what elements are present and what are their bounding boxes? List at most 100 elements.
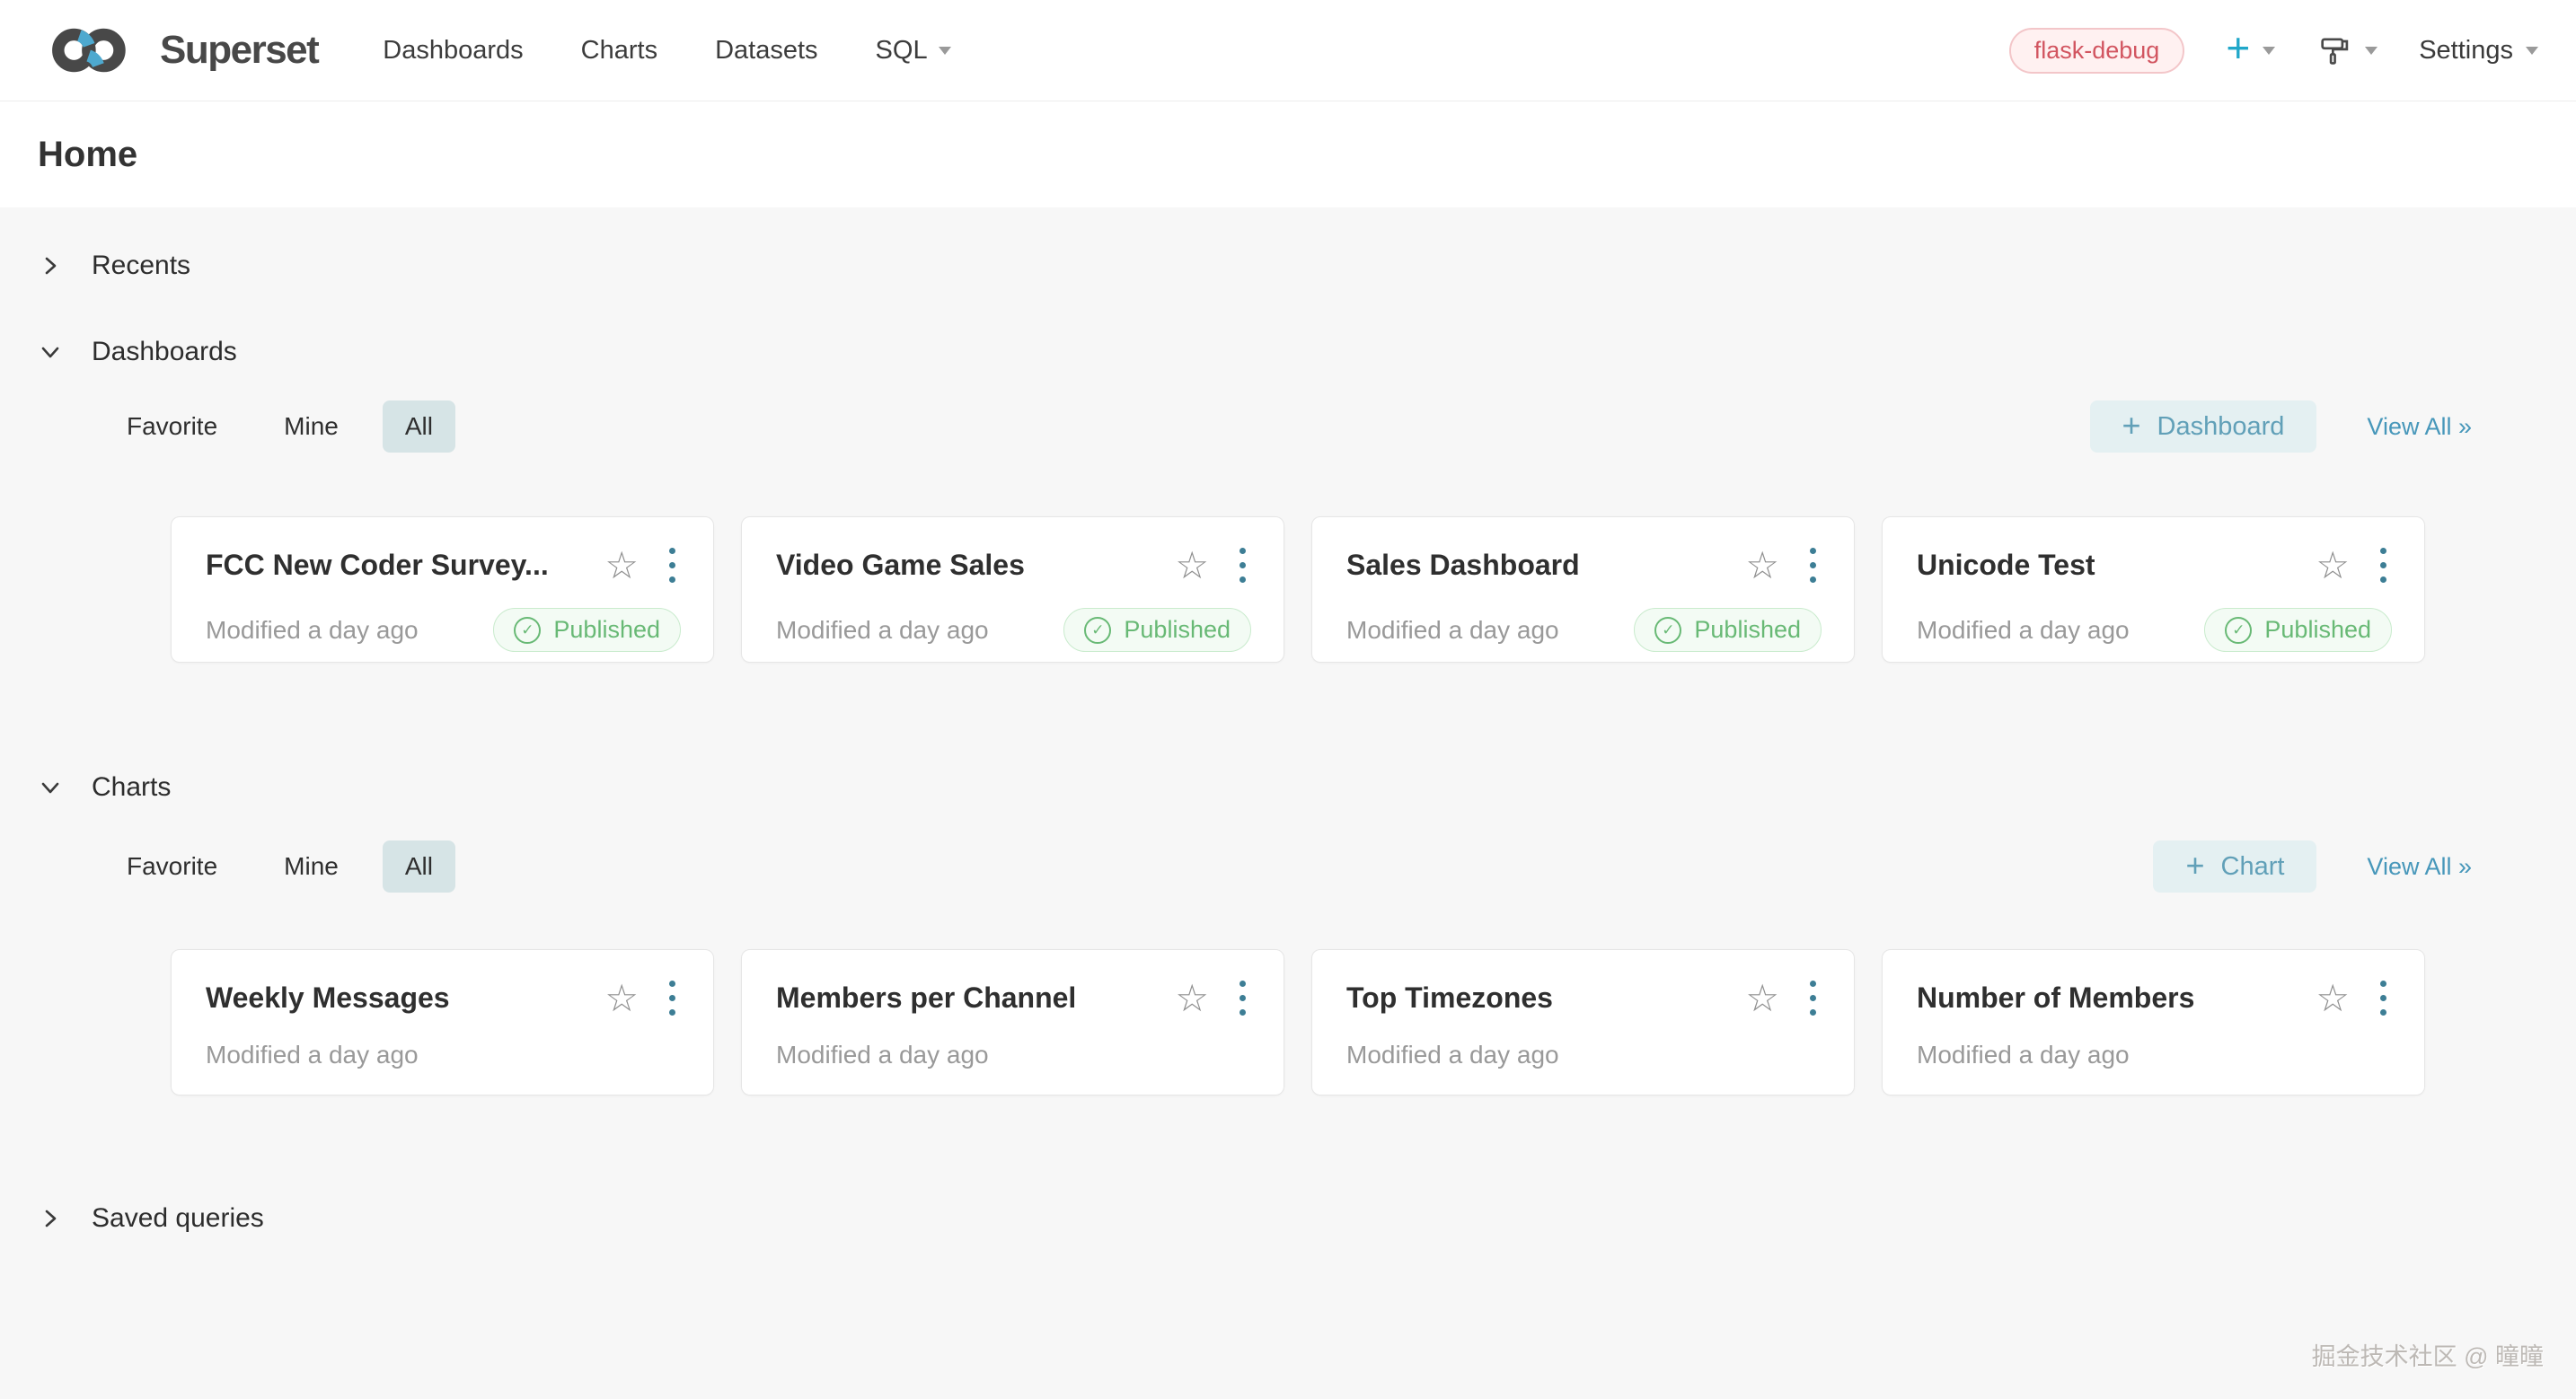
favorite-star-icon[interactable]: ☆ xyxy=(1175,547,1209,585)
modified-text: Modified a day ago xyxy=(206,1041,419,1069)
dashboards-view-all-link[interactable]: View All » xyxy=(2367,413,2472,441)
card-title[interactable]: Unicode Test xyxy=(1917,549,2299,582)
theme-menu[interactable] xyxy=(2316,32,2378,68)
watermark: 掘金技术社区 @ 曈曈 xyxy=(2312,1337,2544,1372)
recents-section-label: Recents xyxy=(92,251,190,281)
charts-controls: Favorite Mine All + Chart View All » xyxy=(104,840,2472,893)
modified-text: Modified a day ago xyxy=(776,1041,989,1069)
nav-item-sql[interactable]: SQL xyxy=(876,36,951,66)
dashboards-actions: + Dashboard View All » xyxy=(2090,400,2472,453)
dashboard-card-fcc-new-coder-survey[interactable]: FCC New Coder Survey... ☆ Modified a day… xyxy=(171,516,714,663)
card-title[interactable]: Members per Channel xyxy=(776,981,1159,1015)
check-circle-icon: ✓ xyxy=(1084,617,1111,644)
check-circle-icon: ✓ xyxy=(1654,617,1681,644)
dashboard-card-video-game-sales[interactable]: Video Game Sales ☆ Modified a day ago ✓ … xyxy=(741,516,1284,663)
chevron-down-icon xyxy=(38,339,63,365)
favorite-star-icon[interactable]: ☆ xyxy=(604,547,639,585)
published-badge: ✓ Published xyxy=(1634,608,1822,652)
charts-tab-favorite[interactable]: Favorite xyxy=(104,840,240,893)
charts-tab-mine[interactable]: Mine xyxy=(261,840,361,893)
favorite-star-icon[interactable]: ☆ xyxy=(604,980,639,1017)
card-title[interactable]: Video Game Sales xyxy=(776,549,1159,582)
dashboard-card-sales-dashboard[interactable]: Sales Dashboard ☆ Modified a day ago ✓ P… xyxy=(1311,516,1855,663)
favorite-star-icon[interactable]: ☆ xyxy=(1745,980,1779,1017)
add-chart-label: Chart xyxy=(2221,852,2285,882)
card-title[interactable]: Sales Dashboard xyxy=(1346,549,1729,582)
favorite-star-icon[interactable]: ☆ xyxy=(2316,547,2350,585)
saved-queries-section-toggle[interactable]: Saved queries xyxy=(38,1198,264,1239)
chevron-down-icon xyxy=(38,775,63,800)
nav-item-sql-label: SQL xyxy=(876,36,928,66)
modified-text: Modified a day ago xyxy=(776,616,989,645)
kebab-menu-icon[interactable] xyxy=(1804,977,1822,1019)
superset-infinity-icon xyxy=(38,22,146,78)
dashboards-section-label: Dashboards xyxy=(92,337,237,367)
caret-down-icon xyxy=(939,47,951,55)
plus-icon: + xyxy=(2122,409,2141,442)
dashboards-controls: Favorite Mine All + Dashboard View All » xyxy=(104,400,2472,453)
card-title[interactable]: Weekly Messages xyxy=(206,981,588,1015)
charts-tabs: Favorite Mine All xyxy=(104,840,455,893)
home-content: Recents Dashboards Favorite Mine All + D… xyxy=(0,207,2576,1399)
saved-queries-section-label: Saved queries xyxy=(92,1203,264,1234)
kebab-menu-icon[interactable] xyxy=(2375,544,2392,586)
nav-right: flask-debug + Settings xyxy=(2009,28,2538,74)
published-badge: ✓ Published xyxy=(493,608,681,652)
nav-item-dashboards[interactable]: Dashboards xyxy=(383,36,523,66)
favorite-star-icon[interactable]: ☆ xyxy=(1175,980,1209,1017)
chart-card-top-timezones[interactable]: Top Timezones ☆ Modified a day ago xyxy=(1311,949,1855,1095)
add-dashboard-button[interactable]: + Dashboard xyxy=(2090,400,2317,453)
card-title[interactable]: Number of Members xyxy=(1917,981,2299,1015)
charts-section-label: Charts xyxy=(92,772,171,803)
nav-item-datasets[interactable]: Datasets xyxy=(715,36,817,66)
nav-item-charts[interactable]: Charts xyxy=(581,36,657,66)
nav-menu: Dashboards Charts Datasets SQL xyxy=(383,36,950,66)
chart-card-members-per-channel[interactable]: Members per Channel ☆ Modified a day ago xyxy=(741,949,1284,1095)
new-item-menu[interactable]: + xyxy=(2226,32,2275,68)
kebab-menu-icon[interactable] xyxy=(2375,977,2392,1019)
charts-view-all-link[interactable]: View All » xyxy=(2367,853,2472,881)
charts-section-toggle[interactable]: Charts xyxy=(38,767,171,808)
paint-roller-icon xyxy=(2316,32,2352,68)
kebab-menu-icon[interactable] xyxy=(1234,544,1251,586)
published-badge-label: Published xyxy=(1694,616,1801,644)
charts-tab-all[interactable]: All xyxy=(383,840,455,893)
top-navbar: Superset Dashboards Charts Datasets SQL … xyxy=(0,0,2576,101)
modified-text: Modified a day ago xyxy=(1346,616,1559,645)
page-title: Home xyxy=(38,135,137,175)
favorite-star-icon[interactable]: ☆ xyxy=(1745,547,1779,585)
chart-card-weekly-messages[interactable]: Weekly Messages ☆ Modified a day ago xyxy=(171,949,714,1095)
dashboard-card-grid: FCC New Coder Survey... ☆ Modified a day… xyxy=(171,516,2425,663)
brand-name: Superset xyxy=(160,28,318,73)
favorite-star-icon[interactable]: ☆ xyxy=(2316,980,2350,1017)
dashboards-tab-favorite[interactable]: Favorite xyxy=(104,400,240,453)
modified-text: Modified a day ago xyxy=(1917,616,2130,645)
published-badge-label: Published xyxy=(1124,616,1231,644)
chevron-right-icon xyxy=(38,1206,63,1231)
dashboards-tab-mine[interactable]: Mine xyxy=(261,400,361,453)
charts-actions: + Chart View All » xyxy=(2153,840,2472,893)
modified-text: Modified a day ago xyxy=(206,616,419,645)
modified-text: Modified a day ago xyxy=(1346,1041,1559,1069)
kebab-menu-icon[interactable] xyxy=(1804,544,1822,586)
chart-card-number-of-members[interactable]: Number of Members ☆ Modified a day ago xyxy=(1882,949,2425,1095)
superset-logo[interactable]: Superset xyxy=(38,22,318,78)
kebab-menu-icon[interactable] xyxy=(1234,977,1251,1019)
add-chart-button[interactable]: + Chart xyxy=(2153,840,2316,893)
kebab-menu-icon[interactable] xyxy=(664,544,681,586)
recents-section-toggle[interactable]: Recents xyxy=(38,245,190,286)
dashboards-section-toggle[interactable]: Dashboards xyxy=(38,331,237,373)
caret-down-icon xyxy=(2526,47,2538,55)
dashboards-tabs: Favorite Mine All xyxy=(104,400,455,453)
page-header: Home xyxy=(0,101,2576,207)
card-title[interactable]: Top Timezones xyxy=(1346,981,1729,1015)
caret-down-icon xyxy=(2365,47,2378,55)
check-circle-icon: ✓ xyxy=(514,617,541,644)
dashboard-card-unicode-test[interactable]: Unicode Test ☆ Modified a day ago ✓ Publ… xyxy=(1882,516,2425,663)
dashboards-tab-all[interactable]: All xyxy=(383,400,455,453)
settings-menu[interactable]: Settings xyxy=(2419,36,2538,66)
settings-label: Settings xyxy=(2419,36,2513,66)
card-title[interactable]: FCC New Coder Survey... xyxy=(206,549,588,582)
kebab-menu-icon[interactable] xyxy=(664,977,681,1019)
modified-text: Modified a day ago xyxy=(1917,1041,2130,1069)
